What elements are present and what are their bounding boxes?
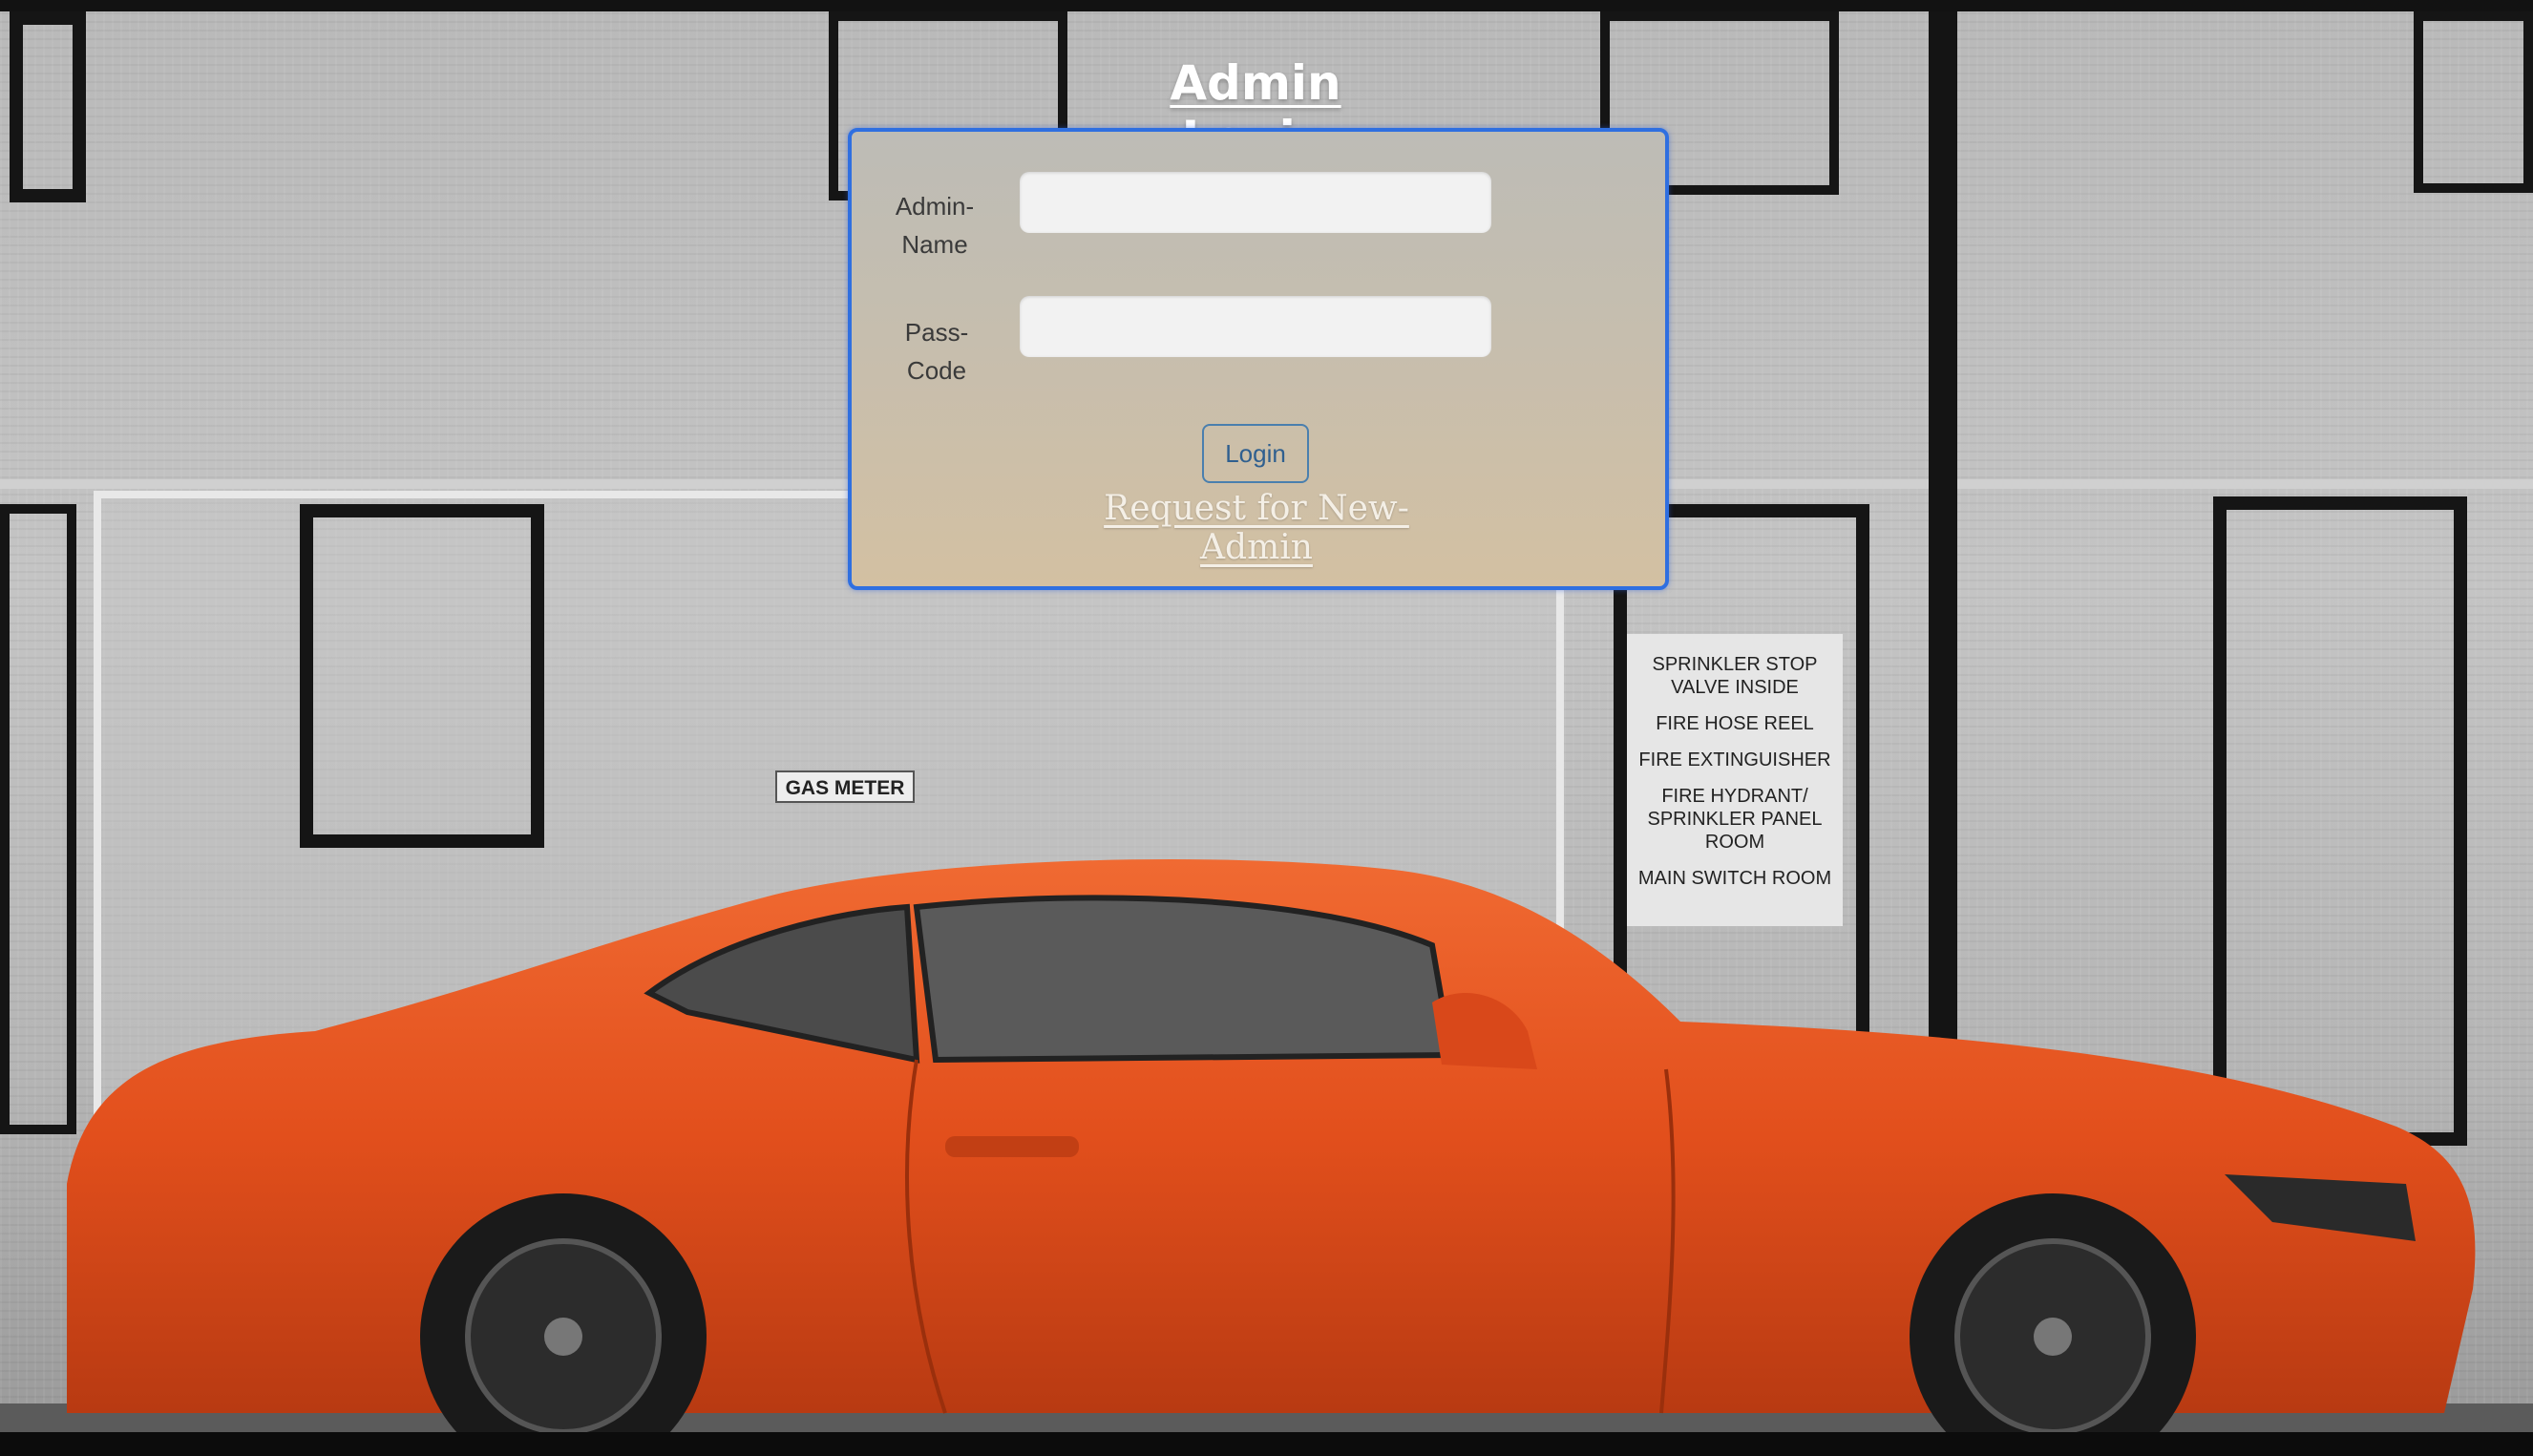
screen-bezel — [0, 1432, 2533, 1456]
gas-meter-sign: GAS METER — [775, 770, 915, 803]
pass-code-label: Pass- Code — [904, 318, 969, 385]
pass-code-input[interactable] — [1020, 296, 1491, 357]
login-button[interactable]: Login — [1202, 424, 1309, 483]
notice-line: SPRINKLER STOP VALVE INSIDE — [1652, 654, 1818, 698]
request-new-admin-link[interactable]: Request for New-Admin — [1050, 489, 1463, 567]
wall-frame — [2414, 11, 2533, 193]
admin-name-label: Admin- Name — [895, 192, 975, 259]
notice-line: FIRE HOSE REEL — [1656, 713, 1814, 734]
car-image — [67, 859, 2476, 1432]
admin-name-input[interactable] — [1020, 172, 1491, 233]
notice-line: FIRE EXTINGUISHER — [1638, 749, 1831, 770]
screen: GAS METER SPRINKLER STOP VALVE INSIDE FI… — [0, 0, 2533, 1456]
wall-frame — [300, 504, 544, 848]
wall-frame — [10, 11, 86, 202]
